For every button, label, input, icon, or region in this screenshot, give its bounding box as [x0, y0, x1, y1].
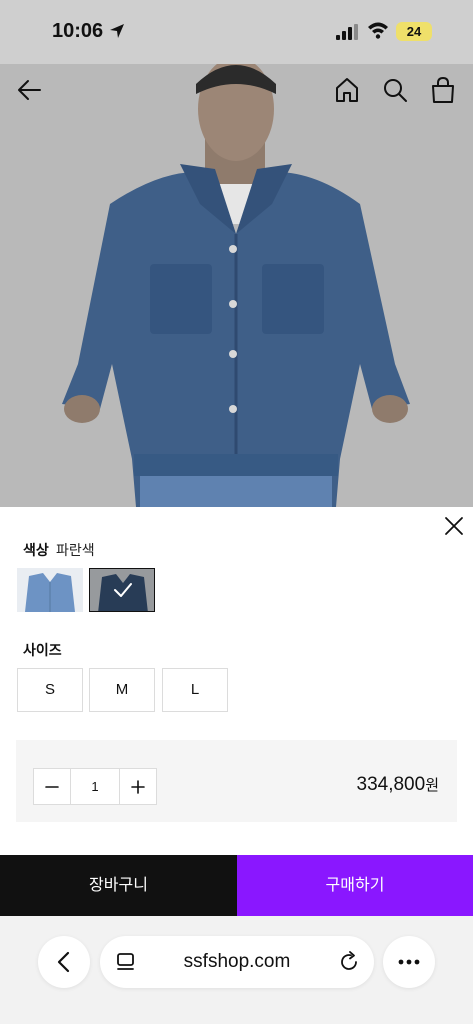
increase-quantity-button[interactable]	[120, 769, 156, 804]
total-price: 334,800원	[357, 774, 440, 796]
product-photo	[0, 64, 473, 507]
checkmark-icon	[114, 583, 132, 597]
search-icon[interactable]	[382, 76, 408, 104]
location-arrow-icon	[110, 24, 124, 38]
cellular-signal-icon	[336, 24, 358, 40]
color-swatch-blue[interactable]	[89, 568, 155, 612]
color-label: 색상	[23, 542, 49, 558]
chevron-left-icon	[57, 951, 70, 973]
decrease-quantity-button[interactable]	[34, 769, 70, 804]
back-arrow-icon[interactable]	[14, 76, 46, 104]
shopping-bag-icon[interactable]	[430, 76, 456, 104]
color-value: 파란색	[56, 542, 95, 558]
add-to-cart-button[interactable]: 장바구니	[0, 855, 237, 916]
plus-icon	[131, 779, 145, 794]
home-icon[interactable]	[334, 76, 360, 104]
size-label: 사이즈	[23, 642, 62, 658]
size-option-l[interactable]: L	[162, 668, 228, 712]
close-icon[interactable]	[442, 514, 466, 538]
price-amount: 334,800	[356, 774, 426, 795]
size-option-m[interactable]: M	[89, 668, 155, 712]
battery-level: 24	[406, 24, 422, 39]
buy-now-button[interactable]: 구매하기	[237, 855, 473, 916]
status-bar: 10:06 24	[0, 0, 473, 64]
wifi-icon	[368, 22, 388, 39]
quantity-stepper: 1	[33, 768, 157, 805]
more-options-button[interactable]	[383, 936, 435, 988]
price-currency: 원	[425, 777, 439, 794]
quantity-value[interactable]: 1	[70, 769, 120, 804]
light-blue-jacket-thumbnail	[17, 568, 83, 612]
color-swatch-light-blue[interactable]	[17, 568, 83, 612]
minus-icon	[45, 785, 59, 788]
address-bar[interactable]: ssfshop.com	[100, 936, 374, 988]
url-text: ssfshop.com	[183, 951, 291, 972]
reload-icon[interactable]	[338, 951, 360, 973]
ellipsis-icon	[398, 959, 420, 965]
browser-back-button[interactable]	[38, 936, 90, 988]
battery-indicator: 24	[396, 22, 432, 41]
status-time: 10:06	[52, 20, 104, 42]
size-option-s[interactable]: S	[17, 668, 83, 712]
